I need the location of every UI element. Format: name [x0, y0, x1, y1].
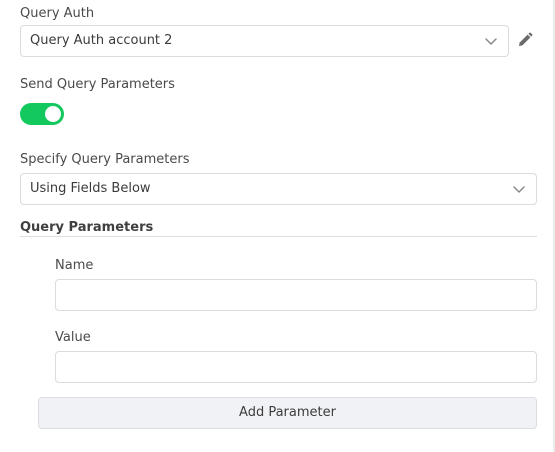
query-auth-selected-value: Query Auth account 2 [30, 33, 173, 48]
add-parameter-button[interactable]: Add Parameter [38, 397, 537, 429]
query-auth-label: Query Auth [20, 6, 95, 21]
chevron-down-icon [513, 186, 525, 193]
toggle-knob [45, 106, 61, 122]
chevron-down-icon [485, 38, 497, 45]
specify-query-selected-value: Using Fields Below [30, 181, 151, 196]
node-parameters-panel: Query Auth Query Auth account 2 Send Que… [0, 0, 555, 452]
specify-query-parameters-label: Specify Query Parameters [20, 152, 190, 167]
parameter-name-input[interactable] [55, 279, 537, 311]
specify-query-parameters-select[interactable]: Using Fields Below [20, 173, 537, 205]
parameter-value-label: Value [55, 330, 91, 345]
parameter-value-input[interactable] [55, 351, 537, 383]
query-parameters-heading: Query Parameters [20, 220, 154, 235]
send-query-parameters-label: Send Query Parameters [20, 77, 175, 92]
query-auth-select[interactable]: Query Auth account 2 [20, 25, 509, 57]
parameter-name-label: Name [55, 258, 94, 273]
pencil-icon[interactable] [516, 31, 534, 49]
send-query-parameters-toggle[interactable] [20, 103, 64, 125]
section-divider [20, 236, 537, 237]
